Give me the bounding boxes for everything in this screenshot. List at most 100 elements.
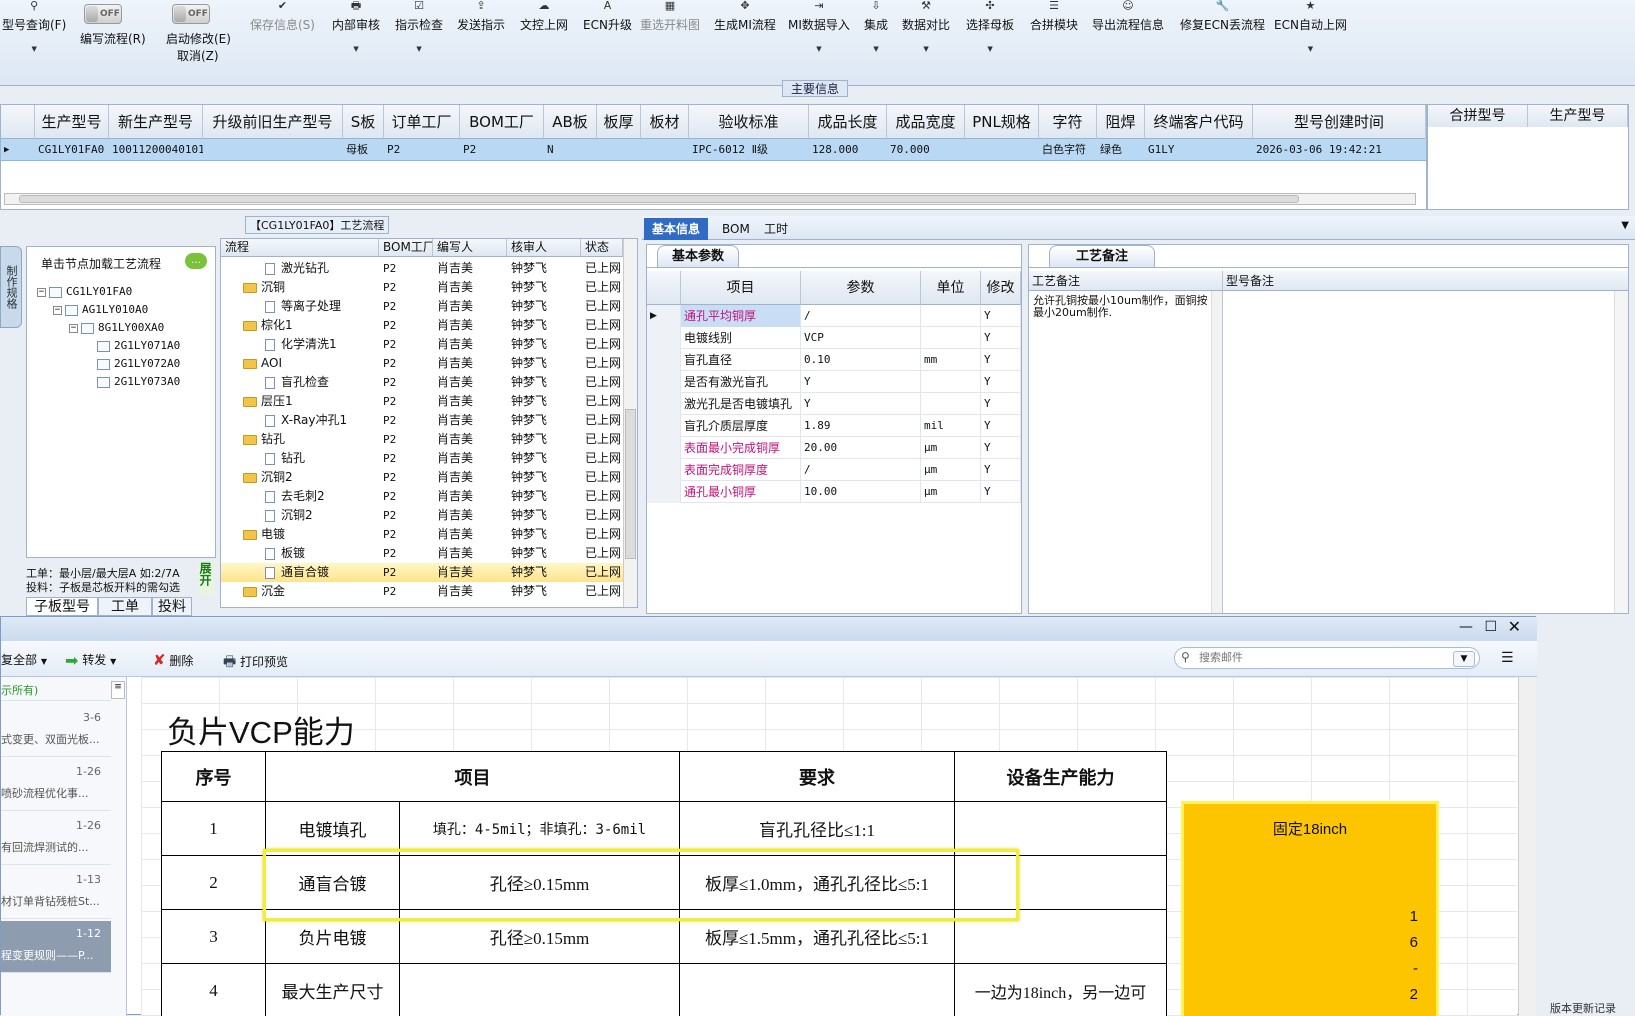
param-unit-cell[interactable] xyxy=(921,393,981,415)
list-item[interactable]: 1-26有回流焊测试的... xyxy=(1,813,111,865)
checker-cell[interactable]: 钟梦飞 xyxy=(511,506,581,525)
param-item-cell[interactable]: 盲孔直径 xyxy=(681,349,801,371)
cell[interactable]: P2 xyxy=(460,139,544,161)
tab-basic-params[interactable]: 基本参数 xyxy=(657,245,739,267)
column-header[interactable]: 成品长度 xyxy=(809,105,887,139)
integrate-button[interactable]: ⇩集成▼ xyxy=(864,0,888,53)
param-value-cell[interactable]: 0.10 xyxy=(801,349,921,371)
param-value-cell[interactable]: 20.00 xyxy=(801,437,921,459)
cell[interactable] xyxy=(965,139,1039,161)
process-name-cell[interactable]: 等离子处理 xyxy=(265,297,379,316)
bom-factory-cell[interactable]: P2 xyxy=(383,354,433,373)
writer-cell[interactable]: 肖吉美 xyxy=(437,297,507,316)
collapse-icon[interactable]: − xyxy=(37,288,46,297)
writer-cell[interactable]: 肖吉美 xyxy=(437,563,507,582)
tab-bom[interactable]: BOM xyxy=(714,218,758,240)
status-cell[interactable]: 已上网 xyxy=(585,297,623,316)
param-item-cell[interactable]: 通孔最小铜厚 xyxy=(681,481,801,503)
param-unit-cell[interactable]: μm xyxy=(921,481,981,503)
status-cell[interactable]: 已上网 xyxy=(585,430,623,449)
list-menu-icon[interactable]: ≡ xyxy=(111,681,125,699)
scrollbar-thumb[interactable] xyxy=(625,409,636,559)
process-name-cell[interactable]: X-Ray冲孔1 xyxy=(265,411,379,430)
checker-cell[interactable]: 钟梦飞 xyxy=(511,278,581,297)
tab-work-hours[interactable]: 工时 xyxy=(756,218,796,240)
select-mother-board-button[interactable]: ✣选择母板▼ xyxy=(966,0,1014,53)
vertical-scrollbar[interactable] xyxy=(1211,291,1223,613)
writer-cell[interactable]: 肖吉美 xyxy=(437,354,507,373)
column-header[interactable]: PNL规格 xyxy=(965,105,1039,139)
cell[interactable] xyxy=(641,139,689,161)
process-name-cell[interactable]: AOI xyxy=(243,354,379,373)
list-item[interactable]: 1-26喷砂流程优化事... xyxy=(1,759,111,811)
process-row[interactable]: 沉金P2肖吉美钟梦飞已上网 xyxy=(221,582,623,601)
param-modify-cell[interactable]: Y xyxy=(981,349,1021,371)
bom-factory-cell[interactable]: P2 xyxy=(383,506,433,525)
chevron-down-icon[interactable]: ▼ xyxy=(1274,45,1347,53)
param-row[interactable]: 电镀线别VCPY xyxy=(647,327,1021,349)
data-compare-button[interactable]: ⚒数据对比▼ xyxy=(902,0,950,53)
ecn-upgrade-button[interactable]: AECN升级 xyxy=(583,0,632,33)
process-remark-text[interactable]: 允许孔铜按最小10um制作，面铜按最小20um制作. xyxy=(1033,295,1211,319)
repair-ecn-flow-button[interactable]: 🔧修复ECN丢流程 xyxy=(1180,0,1265,33)
checker-cell[interactable]: 钟梦飞 xyxy=(511,259,581,278)
column-header[interactable]: AB板 xyxy=(544,105,597,139)
status-cell[interactable]: 已上网 xyxy=(585,278,623,297)
column-header[interactable]: 板厚 xyxy=(597,105,641,139)
param-item-cell[interactable]: 盲孔介质层厚度 xyxy=(681,415,801,437)
list-item[interactable]: 1-13材订单背钻残桩St... xyxy=(1,867,111,919)
spec-vertical-tab[interactable]: 制作规格 xyxy=(0,246,22,328)
column-header[interactable]: 验收标准 xyxy=(689,105,809,139)
mi-data-import-button[interactable]: ⇥MI数据导入▼ xyxy=(788,0,850,53)
instruction-check-button[interactable]: ☑指示检查▼ xyxy=(395,0,443,53)
cell[interactable]: N xyxy=(544,139,597,161)
process-name-cell[interactable]: 去毛刺2 xyxy=(265,487,379,506)
param-row[interactable]: 通孔最小铜厚10.00μmY xyxy=(647,481,1021,503)
checker-cell[interactable]: 钟梦飞 xyxy=(511,582,581,601)
param-value-cell[interactable]: 1.89 xyxy=(801,415,921,437)
column-header[interactable]: 型号备注 xyxy=(1223,271,1628,291)
list-item[interactable]: 3-6式变更、双面光板... xyxy=(1,705,111,757)
process-row[interactable]: 去毛刺2P2肖吉美钟梦飞已上网 xyxy=(221,487,623,506)
bom-factory-cell[interactable]: P2 xyxy=(383,544,433,563)
forward-button[interactable]: ➡ 转发 ▼ xyxy=(65,651,116,670)
param-value-cell[interactable]: Y xyxy=(801,371,921,393)
cell[interactable]: 母板 xyxy=(343,139,384,161)
bom-factory-cell[interactable]: P2 xyxy=(383,563,433,582)
status-cell[interactable]: 已上网 xyxy=(585,449,623,468)
checker-cell[interactable]: 钟梦飞 xyxy=(511,392,581,411)
column-header[interactable]: 生产型号 xyxy=(35,105,109,139)
chevron-down-icon[interactable]: ▼ xyxy=(788,45,850,53)
process-row[interactable]: 层压1P2肖吉美钟梦飞已上网 xyxy=(221,392,623,411)
bom-factory-cell[interactable]: P2 xyxy=(383,411,433,430)
list-filter-header[interactable]: 示所有) xyxy=(1,681,111,701)
process-row[interactable]: 钻孔P2肖吉美钟梦飞已上网 xyxy=(221,449,623,468)
table-row[interactable]: ▶ CG1LY01FA0 10011200040101 母板 P2 P2 N I… xyxy=(1,139,1426,161)
process-row[interactable]: 沉铜2P2肖吉美钟梦飞已上网 xyxy=(221,506,623,525)
tree-node[interactable]: 2G1LY071A0 xyxy=(97,339,180,352)
search-mail-input[interactable] xyxy=(1174,647,1480,669)
process-row[interactable]: 沉铜2P2肖吉美钟梦飞已上网 xyxy=(221,468,623,487)
param-item-cell[interactable]: 表面最小完成铜厚 xyxy=(681,437,801,459)
process-name-cell[interactable]: 盲孔检查 xyxy=(265,373,379,392)
process-row[interactable]: 激光钻孔P2肖吉美钟梦飞已上网 xyxy=(221,259,623,278)
cell[interactable]: 2026-03-06 19:42:21 xyxy=(1253,139,1426,161)
write-flow-toggle[interactable]: OFF xyxy=(84,4,122,24)
writer-cell[interactable]: 肖吉美 xyxy=(437,468,507,487)
status-cell[interactable]: 已上网 xyxy=(585,582,623,601)
chevron-down-icon[interactable]: ▼ xyxy=(2,45,66,53)
tree-node[interactable]: −CG1LY01FA0 xyxy=(37,285,132,298)
bom-factory-cell[interactable]: P2 xyxy=(383,278,433,297)
process-name-cell[interactable]: 沉铜2 xyxy=(243,468,379,487)
param-unit-cell[interactable]: μm xyxy=(921,459,981,481)
process-name-cell[interactable]: 沉铜 xyxy=(243,278,379,297)
query-model-button[interactable]: ⚲型号查询(F)▼ xyxy=(2,0,66,53)
param-modify-cell[interactable]: Y xyxy=(981,437,1021,459)
param-unit-cell[interactable] xyxy=(921,371,981,393)
checker-cell[interactable]: 钟梦飞 xyxy=(511,373,581,392)
column-header[interactable]: 单位 xyxy=(921,271,981,305)
column-header[interactable]: 核审人 xyxy=(507,239,581,257)
column-header[interactable]: 订单工厂 xyxy=(384,105,460,139)
checker-cell[interactable]: 钟梦飞 xyxy=(511,335,581,354)
column-header[interactable]: 阻焊 xyxy=(1097,105,1145,139)
